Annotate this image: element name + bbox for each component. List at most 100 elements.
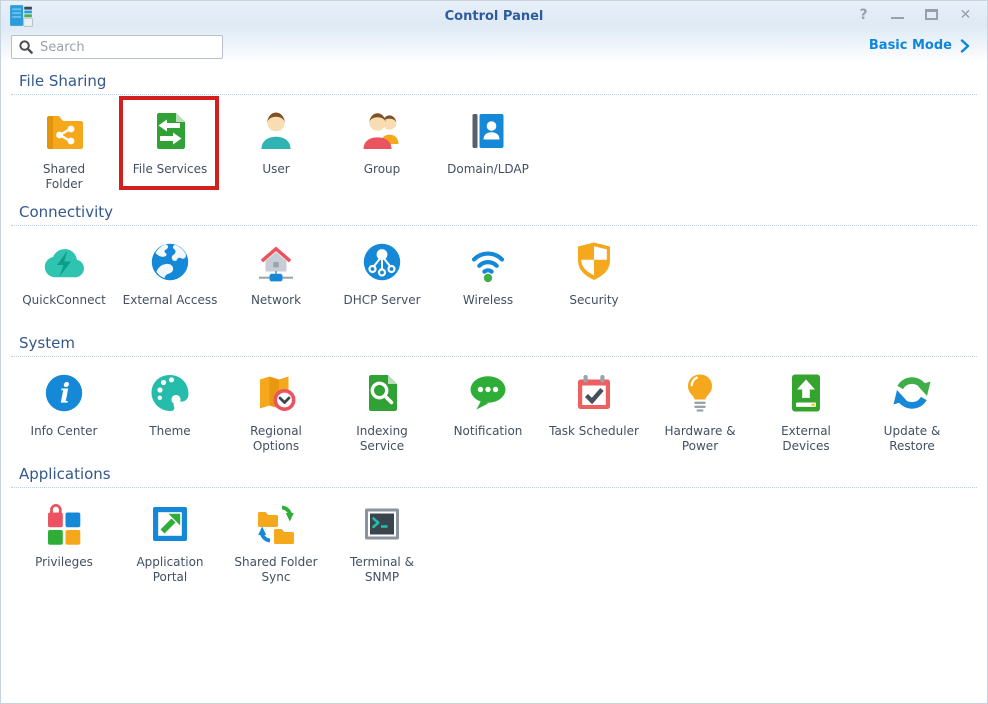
item-label: Regional Options bbox=[250, 424, 302, 454]
section-title: System bbox=[11, 325, 977, 357]
chevron-right-icon bbox=[960, 39, 970, 53]
item-user[interactable]: User bbox=[223, 107, 329, 192]
user-icon bbox=[252, 107, 300, 155]
update-restore-icon bbox=[888, 369, 936, 417]
item-dhcp-server[interactable]: DHCP Server bbox=[329, 238, 435, 323]
item-label: Privileges bbox=[35, 555, 93, 585]
item-task-scheduler[interactable]: Task Scheduler bbox=[541, 369, 647, 454]
item-group[interactable]: Group bbox=[329, 107, 435, 192]
item-label: External Devices bbox=[781, 424, 831, 454]
section-title: File Sharing bbox=[11, 63, 977, 95]
titlebar: Control Panel ? ✕ bbox=[1, 1, 987, 31]
item-label: Hardware & Power bbox=[664, 424, 735, 454]
items-row: QuickConnect External Access bbox=[11, 226, 977, 325]
item-domain-ldap[interactable]: Domain/LDAP bbox=[435, 107, 541, 192]
item-info-center[interactable]: i Info Center bbox=[11, 369, 117, 454]
item-hardware-power[interactable]: Hardware & Power bbox=[647, 369, 753, 454]
search-row: Basic Mode bbox=[1, 31, 987, 63]
item-label: Theme bbox=[149, 424, 190, 454]
external-access-globe-icon bbox=[146, 238, 194, 286]
domain-ldap-icon bbox=[464, 107, 512, 155]
minimize-icon[interactable] bbox=[890, 7, 905, 22]
quickconnect-cloud-icon bbox=[40, 238, 88, 286]
security-shield-icon bbox=[570, 238, 618, 286]
item-indexing-service[interactable]: Indexing Service bbox=[329, 369, 435, 454]
group-icon bbox=[358, 107, 406, 155]
item-external-devices[interactable]: External Devices bbox=[753, 369, 859, 454]
shared-folder-icon bbox=[40, 107, 88, 155]
page-title: Control Panel bbox=[1, 9, 987, 24]
close-icon[interactable]: ✕ bbox=[958, 7, 973, 22]
hardware-power-icon bbox=[676, 369, 724, 417]
wireless-wifi-icon bbox=[464, 238, 512, 286]
item-label: Group bbox=[364, 162, 401, 192]
item-label: Update & Restore bbox=[884, 424, 941, 454]
regional-options-icon bbox=[252, 369, 300, 417]
privileges-icon bbox=[40, 500, 88, 548]
indexing-service-icon bbox=[358, 369, 406, 417]
dhcp-server-icon bbox=[358, 238, 406, 286]
item-label: Terminal & SNMP bbox=[350, 555, 414, 585]
terminal-snmp-icon bbox=[358, 500, 406, 548]
item-label: Indexing Service bbox=[356, 424, 408, 454]
basic-mode-label: Basic Mode bbox=[869, 38, 952, 53]
item-label: Notification bbox=[454, 424, 523, 454]
search-icon bbox=[19, 40, 33, 54]
item-terminal-snmp[interactable]: Terminal & SNMP bbox=[329, 500, 435, 585]
task-scheduler-icon bbox=[570, 369, 618, 417]
item-notification[interactable]: Notification bbox=[435, 369, 541, 454]
item-shared-folder[interactable]: Shared Folder bbox=[11, 107, 117, 192]
network-house-icon bbox=[252, 238, 300, 286]
section-connectivity: Connectivity QuickConnect External Acces… bbox=[11, 194, 977, 325]
item-label: Network bbox=[251, 293, 301, 323]
svg-text:i: i bbox=[60, 379, 70, 410]
item-label: Shared Folder Sync bbox=[234, 555, 317, 585]
item-external-access[interactable]: External Access bbox=[117, 238, 223, 323]
application-portal-icon bbox=[146, 500, 194, 548]
item-wireless[interactable]: Wireless bbox=[435, 238, 541, 323]
item-label: Shared Folder bbox=[43, 162, 85, 192]
notification-bubble-icon bbox=[464, 369, 512, 417]
section-system: System i Info Center Theme bbox=[11, 325, 977, 456]
info-center-icon: i bbox=[40, 369, 88, 417]
item-label: Info Center bbox=[31, 424, 98, 454]
item-label: Domain/LDAP bbox=[447, 162, 529, 192]
item-quickconnect[interactable]: QuickConnect bbox=[11, 238, 117, 323]
control-panel-grid: File Sharing Shared Folder bbox=[1, 63, 987, 587]
file-services-icon bbox=[146, 107, 194, 155]
item-security[interactable]: Security bbox=[541, 238, 647, 323]
item-privileges[interactable]: Privileges bbox=[11, 500, 117, 585]
item-network[interactable]: Network bbox=[223, 238, 329, 323]
item-label: Application Portal bbox=[136, 555, 203, 585]
shared-folder-sync-icon bbox=[252, 500, 300, 548]
search-box[interactable] bbox=[11, 35, 223, 59]
theme-palette-icon bbox=[146, 369, 194, 417]
item-file-services[interactable]: File Services bbox=[117, 107, 223, 192]
item-label: Wireless bbox=[463, 293, 513, 323]
items-row: i Info Center Theme bbox=[11, 357, 977, 456]
item-theme[interactable]: Theme bbox=[117, 369, 223, 454]
items-row: Privileges Application Portal bbox=[11, 488, 977, 587]
item-application-portal[interactable]: Application Portal bbox=[117, 500, 223, 585]
items-row: Shared Folder File Services User bbox=[11, 95, 977, 194]
item-label: User bbox=[262, 162, 289, 192]
help-icon[interactable]: ? bbox=[856, 7, 871, 22]
section-title: Connectivity bbox=[11, 194, 977, 226]
search-input[interactable] bbox=[40, 40, 215, 55]
external-devices-icon bbox=[782, 369, 830, 417]
window-header: Control Panel ? ✕ Basic Mode bbox=[1, 1, 987, 63]
section-file-sharing: File Sharing Shared Folder bbox=[11, 63, 977, 194]
section-title: Applications bbox=[11, 456, 977, 488]
item-update-restore[interactable]: Update & Restore bbox=[859, 369, 965, 454]
item-label: File Services bbox=[133, 162, 208, 192]
item-label: Security bbox=[569, 293, 618, 323]
item-label: External Access bbox=[123, 293, 218, 323]
item-label: QuickConnect bbox=[22, 293, 106, 323]
window-controls: ? ✕ bbox=[856, 7, 973, 22]
section-applications: Applications Privileges bbox=[11, 456, 977, 587]
maximize-icon[interactable] bbox=[924, 7, 939, 22]
item-regional-options[interactable]: Regional Options bbox=[223, 369, 329, 454]
item-shared-folder-sync[interactable]: Shared Folder Sync bbox=[223, 500, 329, 585]
basic-mode-link[interactable]: Basic Mode bbox=[869, 38, 970, 53]
item-label: Task Scheduler bbox=[549, 424, 639, 454]
